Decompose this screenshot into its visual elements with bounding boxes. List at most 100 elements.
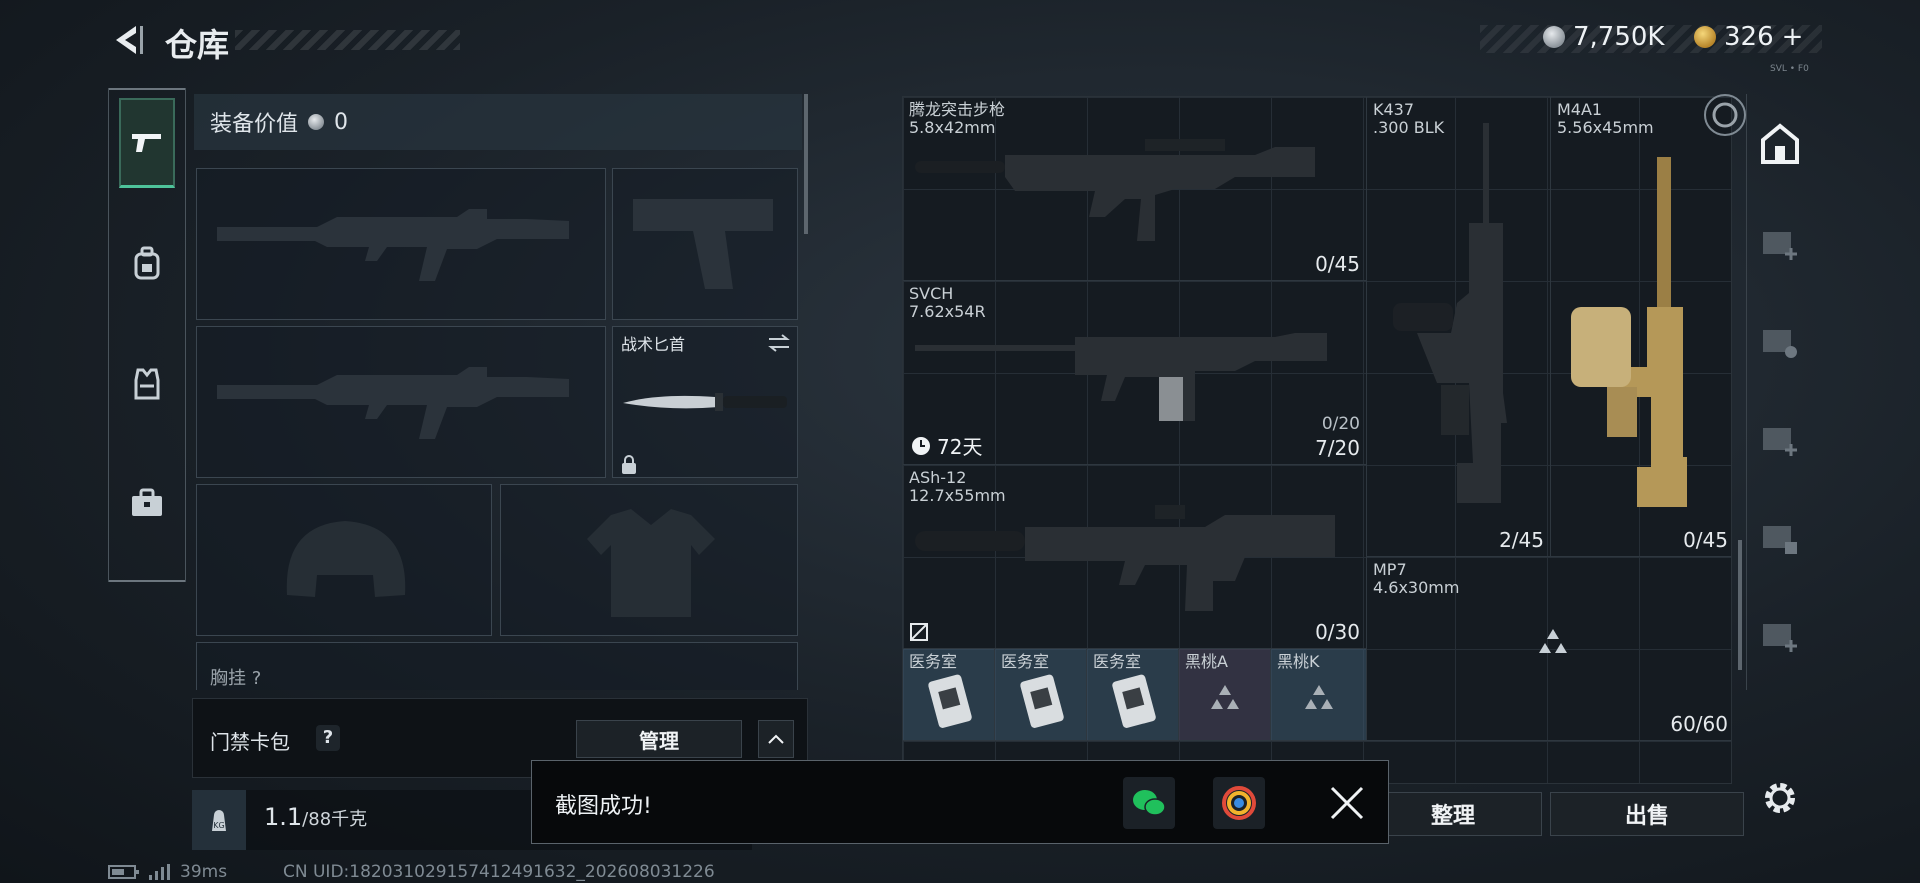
battery-icon (108, 865, 139, 879)
keycard-label: 门禁卡包 (210, 730, 290, 754)
knife-slot-label: 战术匕首 (621, 335, 686, 354)
item-k437-rifle[interactable]: K437 .300 BLK 2/45 (1367, 97, 1551, 557)
sell-button[interactable]: 出售 (1550, 792, 1744, 836)
chest-rig-label: 胸挂 ? (210, 668, 262, 689)
armor-slot[interactable] (500, 484, 798, 636)
tab-items[interactable] (119, 458, 175, 548)
warehouse-scrollbar[interactable] (1738, 540, 1742, 670)
title-decoration (235, 30, 460, 50)
lock-icon (622, 455, 636, 474)
back-arrow-icon[interactable] (108, 20, 144, 60)
expand-storage-icon[interactable] (1757, 414, 1803, 464)
ping-text: 39ms (180, 862, 228, 882)
item-spade-k[interactable]: 黑桃K (1271, 649, 1367, 741)
medical-card-icon (928, 674, 972, 728)
item-name: 医务室 (1001, 652, 1050, 671)
toast-message: 截图成功! (555, 794, 652, 819)
gold-balance[interactable]: 326 + (1694, 22, 1803, 52)
share-wechat-button[interactable] (1123, 777, 1175, 829)
kettlebell-icon: KG (212, 810, 226, 831)
pistol-silhouette-icon (633, 199, 773, 289)
helmet-silhouette-icon (286, 521, 406, 597)
rifle-silhouette-icon (217, 209, 569, 281)
sort-button[interactable]: 整理 (1364, 792, 1542, 836)
expand-storage-icon[interactable] (1757, 218, 1803, 268)
knife-slot[interactable]: 战术匕首 (612, 326, 798, 478)
item-tenglong-rifle[interactable]: 腾龙突击步枪 5.8x42mm 0/45 (903, 97, 1367, 281)
expand-button[interactable] (758, 720, 794, 758)
item-sub-count: 0/20 (1321, 414, 1360, 434)
item-count: 0/45 (1683, 528, 1728, 552)
item-name: 医务室 (909, 652, 958, 671)
manage-button[interactable]: 管理 (576, 720, 742, 758)
item-m4a1-rifle[interactable]: M4A1 5.56x45mm 0/45 (1551, 97, 1731, 557)
swap-icon[interactable] (767, 333, 791, 353)
item-timer: 72天 (911, 431, 982, 460)
secondary-weapon-slot[interactable] (612, 168, 798, 320)
silver-amount: 7,750K (1573, 22, 1665, 52)
corner-tag: SVL • F0 (1770, 64, 1809, 74)
storage-tabs (1746, 94, 1811, 690)
equipment-panel: 装备价值 0 战术匕首 (192, 94, 810, 690)
item-medkit[interactable]: 医务室 (995, 649, 1087, 741)
item-count: 0/45 (1315, 252, 1360, 276)
silver-coin-icon (308, 114, 325, 130)
helmet-slot[interactable] (196, 484, 492, 636)
assault-rifle-icon (915, 139, 1315, 241)
placeholder-triangle-icon (1305, 685, 1333, 709)
vest-icon (134, 368, 160, 400)
item-svch-rifle[interactable]: SVCH 7.62x54R 0/20 7/20 72天 (903, 281, 1367, 465)
combat-knife-icon (623, 393, 787, 411)
photos-icon (1222, 786, 1256, 820)
clock-icon (912, 436, 930, 455)
item-medkit[interactable]: 医务室 (1087, 649, 1179, 741)
close-icon[interactable] (1326, 782, 1368, 824)
item-count: 60/60 (1670, 712, 1728, 736)
expand-storage-icon[interactable] (1757, 316, 1803, 366)
chevron-up-icon (768, 734, 784, 744)
item-ash12-rifle[interactable]: ASh-12 12.7x55mm 0/30 (903, 465, 1367, 649)
expand-storage-icon[interactable] (1757, 512, 1803, 562)
keycard-help-button[interactable]: ? (316, 725, 340, 751)
share-album-button[interactable] (1213, 777, 1265, 829)
no-trade-icon (910, 623, 928, 641)
expand-storage-icon[interactable] (1757, 610, 1803, 660)
gear-icon[interactable] (1760, 776, 1800, 820)
item-count: 2/45 (1499, 528, 1544, 552)
item-mp7[interactable]: MP7 4.6x30mm 60/60 (1367, 557, 1731, 741)
backpack-icon (134, 246, 160, 280)
assault-rifle-vertical-icon (1393, 123, 1507, 503)
equipment-scrollbar[interactable] (804, 94, 808, 234)
primary-weapon-slot[interactable] (196, 168, 606, 320)
chest-rig-slot[interactable] (196, 642, 798, 690)
signal-icon (149, 864, 170, 880)
item-name: ASh-12 12.7x55mm (909, 468, 1006, 505)
target-icon[interactable] (1700, 90, 1750, 140)
uid-text: CN UID:18203102915741249163​2_2026080312… (283, 862, 715, 882)
weight-current: 1.1 (264, 803, 303, 831)
silver-balance: 7,750K (1543, 22, 1664, 52)
item-name: 黑桃A (1185, 652, 1228, 671)
equipment-value: 0 (334, 109, 349, 135)
svg-text:KG: KG (213, 821, 224, 830)
rifle-silhouette-icon (217, 367, 569, 439)
item-name: 医务室 (1093, 652, 1142, 671)
tab-backpack[interactable] (119, 218, 175, 308)
backup-weapon-slot[interactable] (196, 326, 606, 478)
item-spade-a[interactable]: 黑桃A (1179, 649, 1271, 741)
tab-weapons[interactable] (119, 98, 175, 188)
gold-amount: 326 (1724, 22, 1774, 52)
warehouse-home-icon[interactable] (1757, 120, 1803, 170)
add-gold-button[interactable]: + (1782, 22, 1804, 52)
wechat-icon (1133, 790, 1166, 816)
gold-rifle-icon (1571, 157, 1687, 507)
status-bar: 39ms (108, 862, 227, 882)
medical-card-icon (1020, 674, 1064, 728)
placeholder-triangle-icon (1211, 685, 1239, 709)
item-medkit[interactable]: 医务室 (903, 649, 995, 741)
tab-armor[interactable] (119, 338, 175, 428)
item-count: 0/30 (1315, 620, 1360, 644)
item-name: MP7 4.6x30mm (1373, 560, 1460, 597)
gold-coin-icon (1694, 26, 1716, 48)
warehouse-grid: 腾龙突击步枪 5.8x42mm 0/45 SVCH 7.62x54R 0/20 … (902, 96, 1732, 784)
